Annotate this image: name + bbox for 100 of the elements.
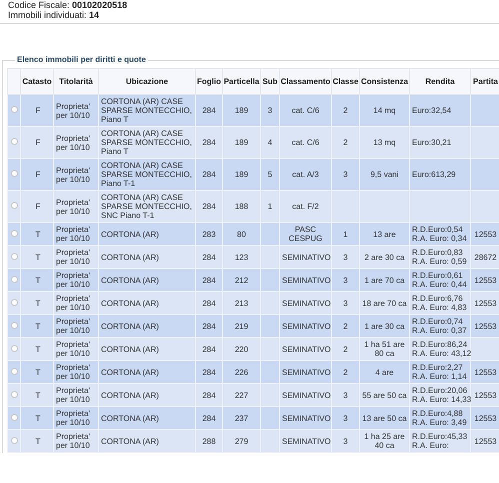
radio-button[interactable] xyxy=(10,322,18,328)
radio-button[interactable] xyxy=(10,202,18,209)
size-text: 13 are 50 ca xyxy=(362,414,407,422)
sheet-text: 284 xyxy=(202,202,216,211)
ownership-text: Proprieta' per 10/10 xyxy=(56,294,90,312)
sheet-text: 284 xyxy=(202,298,216,308)
partita-text: 12553 xyxy=(474,390,497,400)
income-text: R.A. Euro: 0,37 xyxy=(412,326,468,335)
radio-button[interactable] xyxy=(10,252,18,260)
size-text: 14 mq xyxy=(373,106,396,115)
classification-text: SEMINATIVO xyxy=(282,252,331,262)
ownership-text: Proprieta' per 10/10 xyxy=(56,198,90,216)
radio-button[interactable] xyxy=(10,390,18,398)
income-text: R.D.Euro:6,76 xyxy=(412,294,464,303)
catasto-text: F xyxy=(36,170,40,179)
sheet-text: 284 xyxy=(202,170,216,179)
radio-button[interactable] xyxy=(10,230,18,236)
classification-text: SEMINATIVO xyxy=(282,368,331,376)
location-text: CORTONA (AR) CASE SPARSE MONTECCHIO, Piano T xyxy=(101,129,192,156)
classification-text: SEMINATIVO xyxy=(282,276,331,284)
location-text: CORTONA (AR) CASE SPARSE MONTECCHIO, Piano T-1 xyxy=(101,161,192,188)
ownership-text: Proprieta' per 10/10 xyxy=(56,102,90,120)
income-text: R.A. Euro: 4,83 xyxy=(412,303,468,312)
partita-text: 28672 xyxy=(474,252,497,262)
class-text: 3 xyxy=(343,276,348,284)
class-text: 2 xyxy=(343,322,348,330)
radio-button[interactable] xyxy=(10,414,18,420)
catasto-text: T xyxy=(36,368,40,376)
parcel-text: 189 xyxy=(234,170,248,179)
radio-button[interactable] xyxy=(10,170,18,177)
radio-button[interactable] xyxy=(10,138,18,145)
catasto-text: T xyxy=(36,414,40,422)
size-text: 13 mq xyxy=(373,138,396,147)
income-text: R.A. Euro: 0,44 xyxy=(412,280,468,289)
location-text: CORTONA (AR) xyxy=(101,368,159,376)
partita-text: 12553 xyxy=(474,298,497,308)
size-text: 18 are 70 ca xyxy=(362,298,407,308)
classification-text: cat. C/6 xyxy=(292,106,320,115)
catasto-text: T xyxy=(36,298,40,308)
location-text: CORTONA (AR) CASE SPARSE MONTECCHIO, SNC Piano T-1 xyxy=(101,193,192,220)
income-text: R.D.Euro:0,83 xyxy=(412,248,464,257)
size-text: 1 are 30 ca xyxy=(364,322,405,330)
section-legend: Elenco immobili per diritti e quote xyxy=(15,55,148,65)
class-text: 3 xyxy=(343,298,348,308)
class-text: 1 xyxy=(343,230,348,238)
ownership-text: Proprieta' per 10/10 xyxy=(56,248,90,266)
parcel-text: 226 xyxy=(234,368,248,376)
parcel-text: 188 xyxy=(234,202,248,211)
location-text: CORTONA (AR) xyxy=(101,252,159,262)
classification-text: SEMINATIVO xyxy=(282,414,331,422)
ownership-text: Proprieta' per 10/10 xyxy=(56,340,90,358)
classification-text: cat. A/3 xyxy=(292,170,319,179)
income-text: R.D.Euro:45,33 xyxy=(412,432,468,441)
classification-text: SEMINATIVO xyxy=(282,390,331,400)
income-text: Euro:32,54 xyxy=(412,106,452,115)
class-text: 2 xyxy=(343,138,348,147)
location-text: CORTONA (AR) xyxy=(101,414,159,422)
catasto-text: F xyxy=(36,138,40,147)
radio-button[interactable] xyxy=(10,344,18,352)
income-text: R.A. Euro: 1,14 xyxy=(412,372,468,381)
catasto-text: T xyxy=(36,252,40,262)
location-text: CORTONA (AR) xyxy=(101,276,159,284)
classification-text: PASC CESPUG xyxy=(288,225,322,243)
income-text: R.A. Euro: 3,49 xyxy=(412,418,468,427)
size-text: 55 are 50 ca xyxy=(362,390,407,400)
radio-button[interactable] xyxy=(10,368,18,374)
radio-button[interactable] xyxy=(10,276,18,282)
catasto-text: T xyxy=(36,322,40,330)
parcel-text: 213 xyxy=(234,298,248,308)
sub-text: 3 xyxy=(268,106,272,115)
sheet-text: 284 xyxy=(202,322,216,330)
income-text: R.D.Euro:0,74 xyxy=(412,317,464,326)
radio-button[interactable] xyxy=(10,436,18,444)
sheet-text: 284 xyxy=(202,138,216,147)
location-text: CORTONA (AR) xyxy=(101,230,159,238)
parcel-text: 189 xyxy=(234,106,248,115)
sheet-text: 284 xyxy=(202,368,216,376)
catasto-text: F xyxy=(36,106,40,115)
radio-button[interactable] xyxy=(10,298,18,306)
income-text: Euro:30,21 xyxy=(412,138,452,147)
size-text: 13 are xyxy=(373,230,396,238)
classification-text: cat. C/6 xyxy=(292,138,320,147)
ownership-text: Proprieta' per 10/10 xyxy=(56,317,90,335)
partita-text: 12553 xyxy=(474,368,497,376)
sheet-text: 284 xyxy=(202,276,216,284)
class-text: 2 xyxy=(343,344,348,354)
parcel-text: 237 xyxy=(234,414,248,422)
ownership-text: Proprieta' per 10/10 xyxy=(56,386,90,404)
location-text: CORTONA (AR) xyxy=(101,344,159,354)
location-text: CORTONA (AR) xyxy=(101,322,159,330)
classification-text: SEMINATIVO xyxy=(282,322,331,330)
parcel-text: 80 xyxy=(237,230,246,238)
classification-text: SEMINATIVO xyxy=(282,436,331,446)
radio-button[interactable] xyxy=(10,106,18,113)
partita-text: 12553 xyxy=(474,322,497,330)
sub-text: 1 xyxy=(268,202,272,211)
ownership-text: Proprieta' per 10/10 xyxy=(56,363,90,381)
property-count-text: Immobili individuati: 14 xyxy=(8,10,100,20)
parcel-text: 123 xyxy=(234,252,248,262)
location-text: CORTONA (AR) CASE SPARSE MONTECCHIO, Piano T xyxy=(101,97,192,124)
